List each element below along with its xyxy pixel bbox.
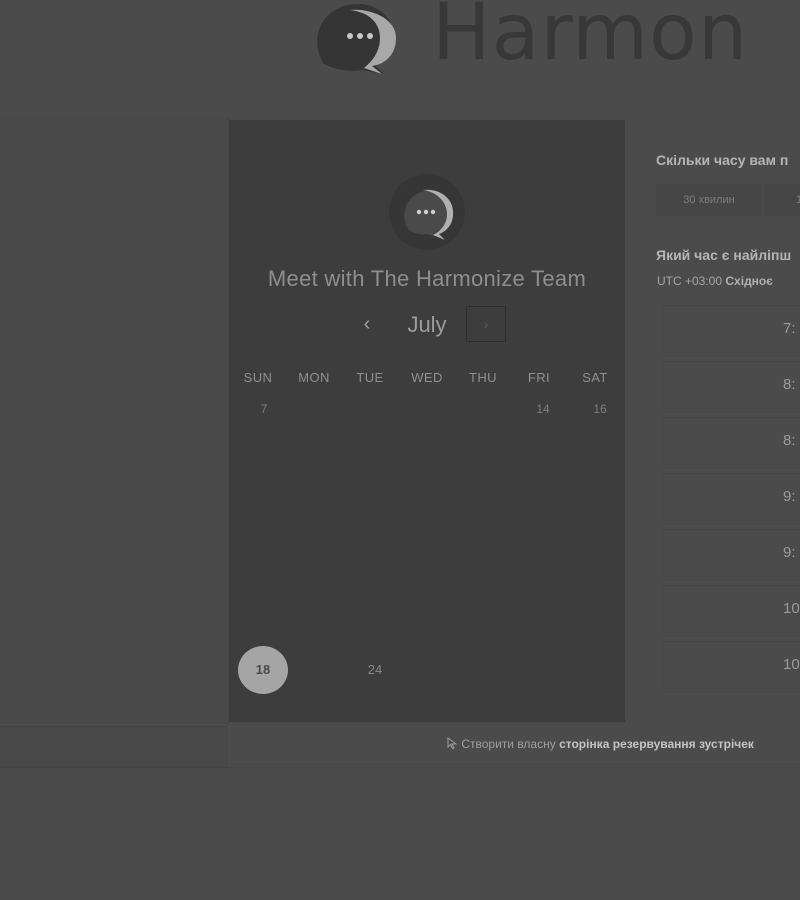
time-slot-button[interactable]: 9: (662, 529, 800, 577)
weekday-label: TUE (356, 370, 384, 385)
calendar-day: 7 (260, 402, 268, 416)
time-question: Який час є найліпш (656, 247, 792, 263)
weekday-label: MON (298, 370, 330, 385)
footer-prefix: Створити власну (461, 737, 556, 751)
weekday-label: WED (411, 370, 443, 385)
weekday-header: SUN MON TUE WED THU FRI SAT (229, 370, 625, 386)
app-header: Harmon (0, 0, 800, 110)
calendar-day: 16 (593, 402, 607, 416)
time-slot-label: 9: (783, 488, 796, 505)
booking-panel: Скільки часу вам п 30 хвилин 1 Який час … (626, 120, 800, 722)
duration-option-button[interactable]: 30 хвилин (656, 184, 762, 216)
time-slot-button[interactable]: 10: (662, 641, 800, 689)
team-avatar-icon (389, 174, 465, 250)
duration-question: Скільки часу вам п (656, 152, 789, 168)
time-slot-button[interactable]: 8: (662, 417, 800, 465)
weekday-label: SAT (582, 370, 608, 385)
footer-text: Створити власну сторінка резервування зу… (446, 737, 754, 751)
timezone-label[interactable]: UTC +03:00 Східноє (657, 274, 773, 288)
calendar-day: 14 (536, 402, 550, 416)
weekday-label: THU (469, 370, 497, 385)
cursor-icon (447, 737, 458, 750)
calendar-day[interactable]: 24 (355, 662, 395, 677)
time-slot-label: 8: (783, 376, 796, 393)
timezone-offset: UTC +03:00 (657, 274, 723, 288)
time-slot-label: 9: (783, 544, 796, 561)
weekday-label: SUN (243, 370, 273, 385)
chevron-right-icon[interactable]: › (466, 306, 506, 342)
time-slot-button[interactable]: 9: (662, 473, 800, 521)
chevron-left-icon[interactable]: ‹ (357, 312, 377, 336)
time-slot-label: 10: (783, 600, 800, 617)
time-slot-label: 10: (783, 656, 800, 673)
calendar-panel: Meet with The Harmonize Team ‹ July › SU… (229, 120, 625, 722)
footer-link[interactable]: сторінка резервування зустрічек (559, 737, 754, 751)
selected-day[interactable]: 18 (238, 646, 288, 694)
time-slot-button[interactable]: 8: (662, 361, 800, 409)
time-slot-label: 7: (783, 320, 796, 337)
time-slot-button[interactable]: 7: (662, 305, 800, 353)
month-label: July (407, 312, 447, 337)
weekday-label: FRI (527, 370, 551, 385)
timezone-name: Східноє (725, 274, 773, 288)
calendar-title: Meet with The Harmonize Team (267, 266, 587, 291)
page-footer: Створити власну сторінка резервування зу… (230, 725, 800, 768)
duration-option-button[interactable]: 1 (764, 184, 800, 216)
left-footer (0, 726, 228, 768)
brand-name: Harmon (432, 0, 749, 78)
time-slot-button[interactable]: 10: (662, 585, 800, 633)
left-panel (0, 118, 229, 724)
time-slot-label: 8: (783, 432, 796, 449)
harmonize-logo-icon (317, 4, 396, 74)
